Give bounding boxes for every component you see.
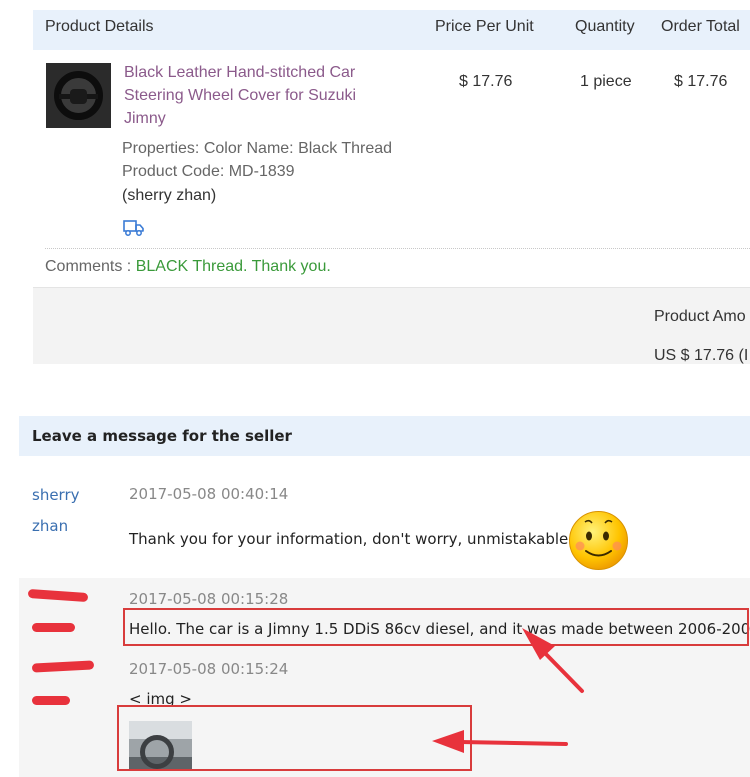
order-comments: Comments : BLACK Thread. Thank you.	[45, 258, 331, 276]
product-properties: Properties: Color Name: Black Thread	[122, 140, 393, 157]
redaction-mark	[32, 623, 75, 632]
amount-summary: Product Amo US $ 17.76 (I	[33, 287, 750, 364]
product-code: Product Code: MD-1839	[122, 163, 295, 180]
redaction-mark	[27, 588, 89, 603]
header-price-per-unit: Price Per Unit	[435, 18, 534, 35]
message-item: 2017-05-08 00:15:28 Hello. The car is a …	[19, 578, 750, 650]
redaction-mark	[31, 660, 95, 673]
message-section-title: Leave a message for the seller	[32, 427, 292, 445]
highlight-box	[123, 608, 749, 646]
buyer-name: (sherry zhan)	[122, 187, 217, 204]
message-section-header: Leave a message for the seller	[19, 416, 750, 456]
unit-price: $ 17.76	[459, 73, 513, 90]
message-timestamp: 2017-05-08 00:15:24	[129, 660, 289, 678]
product-title-link[interactable]: Black Leather Hand-stitched Car Steering…	[124, 61, 384, 130]
comments-text: BLACK Thread. Thank you.	[135, 258, 331, 275]
product-amount-label: Product Amo	[654, 308, 746, 325]
redaction-mark	[32, 696, 70, 705]
order-total-value: $ 17.76	[674, 73, 728, 90]
product-amount-value: US $ 17.76 (I	[654, 347, 749, 364]
quantity-value: 1 piece	[580, 73, 632, 90]
message-timestamp: 2017-05-08 00:15:28	[129, 590, 289, 608]
header-quantity: Quantity	[575, 18, 635, 35]
product-thumbnail[interactable]	[46, 63, 111, 128]
comments-label: Comments :	[45, 258, 132, 275]
highlight-box	[117, 705, 472, 771]
message-timestamp: 2017-05-08 00:40:14	[129, 485, 289, 503]
message-item: 2017-05-08 00:15:24 < img >	[19, 650, 750, 777]
order-details-panel: Product Details Price Per Unit Quantity …	[33, 10, 750, 364]
truck-icon[interactable]	[123, 219, 145, 237]
header-product-details: Product Details	[45, 18, 154, 35]
message-item: sherry zhan 2017-05-08 00:40:14 Thank yo…	[19, 470, 750, 578]
message-text: Thank you for your information, don't wo…	[129, 530, 574, 548]
divider	[45, 248, 750, 249]
header-order-total: Order Total	[661, 18, 740, 35]
sender-name-last[interactable]: zhan	[32, 517, 68, 535]
order-table-header: Product Details Price Per Unit Quantity …	[33, 10, 750, 50]
sender-name-first[interactable]: sherry	[32, 486, 80, 504]
smiley-icon	[569, 511, 628, 570]
